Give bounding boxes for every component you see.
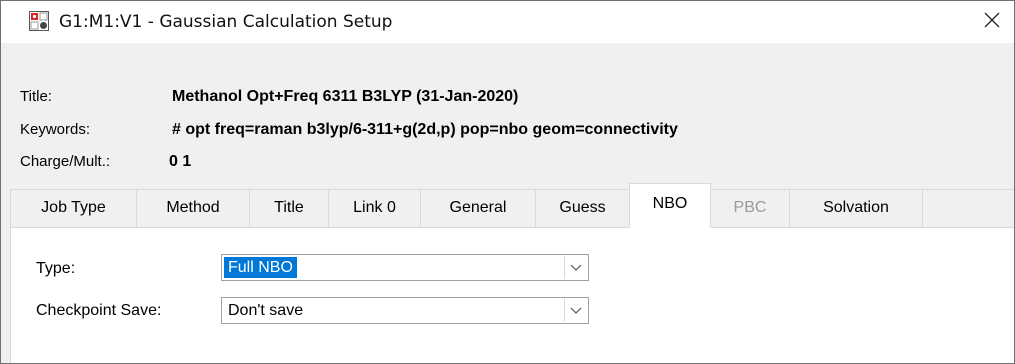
nbo-panel: Type: Full NBO Checkpoint Save: Don't sa…: [10, 227, 1014, 363]
tab-method[interactable]: Method: [136, 189, 250, 227]
window-title: G1:M1:V1 - Gaussian Calculation Setup: [59, 12, 393, 32]
tab-label: PBC: [733, 199, 767, 216]
tab-title[interactable]: Title: [249, 189, 329, 227]
title-value: Methanol Opt+Freq 6311 B3LYP (31-Jan-202…: [172, 88, 519, 105]
dropdown-arrow-icon[interactable]: [564, 256, 587, 279]
dropdown-arrow-icon[interactable]: [564, 299, 587, 322]
tab-strip: Job Type Method Title Link 0 General Gue…: [10, 183, 1014, 228]
tab-guess[interactable]: Guess: [535, 189, 630, 227]
keywords-value: # opt freq=raman b3lyp/6-311+g(2d,p) pop…: [172, 121, 678, 138]
gaussview-app-icon: [29, 11, 49, 31]
tab-strip-filler: [922, 189, 1014, 227]
tab-label: Solvation: [823, 199, 889, 216]
tab-label: Guess: [559, 199, 606, 216]
tab-label: NBO: [652, 195, 688, 212]
tab-label: Link 0: [353, 199, 396, 216]
tab-nbo[interactable]: NBO: [629, 183, 711, 228]
charge-mult-value: 0 1: [169, 153, 192, 170]
nbo-type-label: Type:: [36, 260, 76, 277]
tab-general[interactable]: General: [420, 189, 536, 227]
checkpoint-save-label: Checkpoint Save:: [36, 302, 162, 319]
tab-label: Method: [166, 199, 220, 216]
nbo-type-value: Full NBO: [224, 257, 297, 278]
tab-label: Job Type: [41, 199, 106, 216]
tab-pbc: PBC: [710, 189, 790, 227]
tab-job-type[interactable]: Job Type: [10, 189, 137, 227]
tab-link0[interactable]: Link 0: [328, 189, 421, 227]
tab-label: General: [449, 199, 507, 216]
checkpoint-save-select[interactable]: Don't save: [221, 297, 589, 324]
title-bar[interactable]: G1:M1:V1 - Gaussian Calculation Setup: [1, 1, 1014, 43]
checkpoint-save-value: Don't save: [228, 302, 304, 319]
nbo-type-select[interactable]: Full NBO: [221, 254, 589, 281]
charge-mult-label: Charge/Mult.:: [20, 153, 111, 170]
keywords-label: Keywords:: [20, 121, 91, 138]
title-label: Title:: [20, 88, 52, 105]
close-icon: [984, 12, 1000, 33]
tab-solvation[interactable]: Solvation: [789, 189, 923, 227]
tab-label: Title: [274, 199, 304, 216]
gaussian-setup-dialog: G1:M1:V1 - Gaussian Calculation Setup Ti…: [0, 0, 1015, 364]
close-button[interactable]: [970, 1, 1014, 43]
